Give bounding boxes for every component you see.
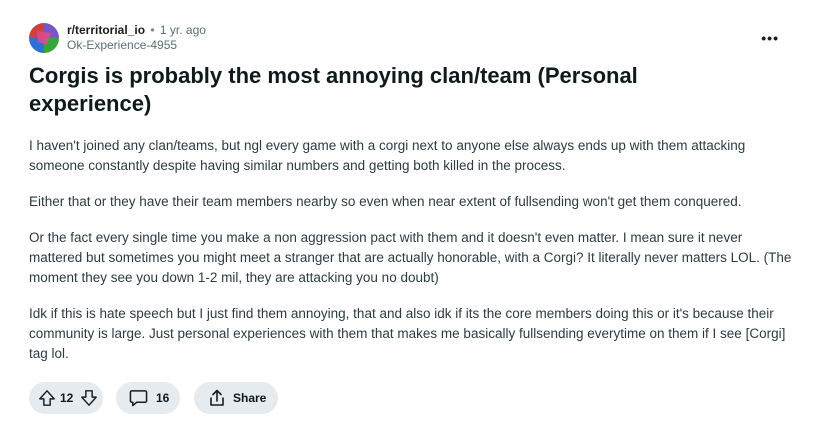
subreddit-link[interactable]: r/territorial_io: [67, 23, 145, 37]
meta-separator: •: [150, 23, 155, 37]
author-link[interactable]: Ok-Experience-4955: [67, 38, 206, 53]
upvote-icon[interactable]: [38, 389, 56, 407]
comment-count: 16: [156, 391, 170, 405]
more-options-button[interactable]: •••: [761, 30, 779, 46]
vote-bar: 12: [29, 382, 103, 414]
post-paragraph: Either that or they have their team memb…: [29, 194, 742, 209]
post-paragraph: I haven't joined any clan/teams, but ngl…: [29, 138, 746, 173]
share-label: Share: [233, 391, 267, 405]
comment-icon: [129, 389, 148, 407]
downvote-icon[interactable]: [80, 389, 98, 407]
post-title: Corgis is probably the most annoying cla…: [29, 63, 638, 116]
post-paragraph: Idk if this is hate speech but I just fi…: [29, 306, 786, 361]
post: r/territorial_io • 1 yr. ago Ok-Experien…: [29, 18, 799, 380]
post-body: I haven't joined any clan/teams, but ngl…: [29, 136, 799, 364]
post-meta: r/territorial_io • 1 yr. ago Ok-Experien…: [29, 18, 799, 58]
post-time: 1 yr. ago: [159, 23, 206, 37]
post-paragraph: Or the fact every single time you make a…: [29, 230, 792, 285]
vote-count: 12: [60, 391, 74, 405]
subreddit-avatar-icon[interactable]: [29, 23, 59, 53]
share-icon: [207, 388, 227, 408]
share-button[interactable]: Share: [194, 382, 278, 414]
post-meta-text: r/territorial_io • 1 yr. ago Ok-Experien…: [67, 23, 206, 53]
comments-button[interactable]: 16: [116, 382, 180, 414]
